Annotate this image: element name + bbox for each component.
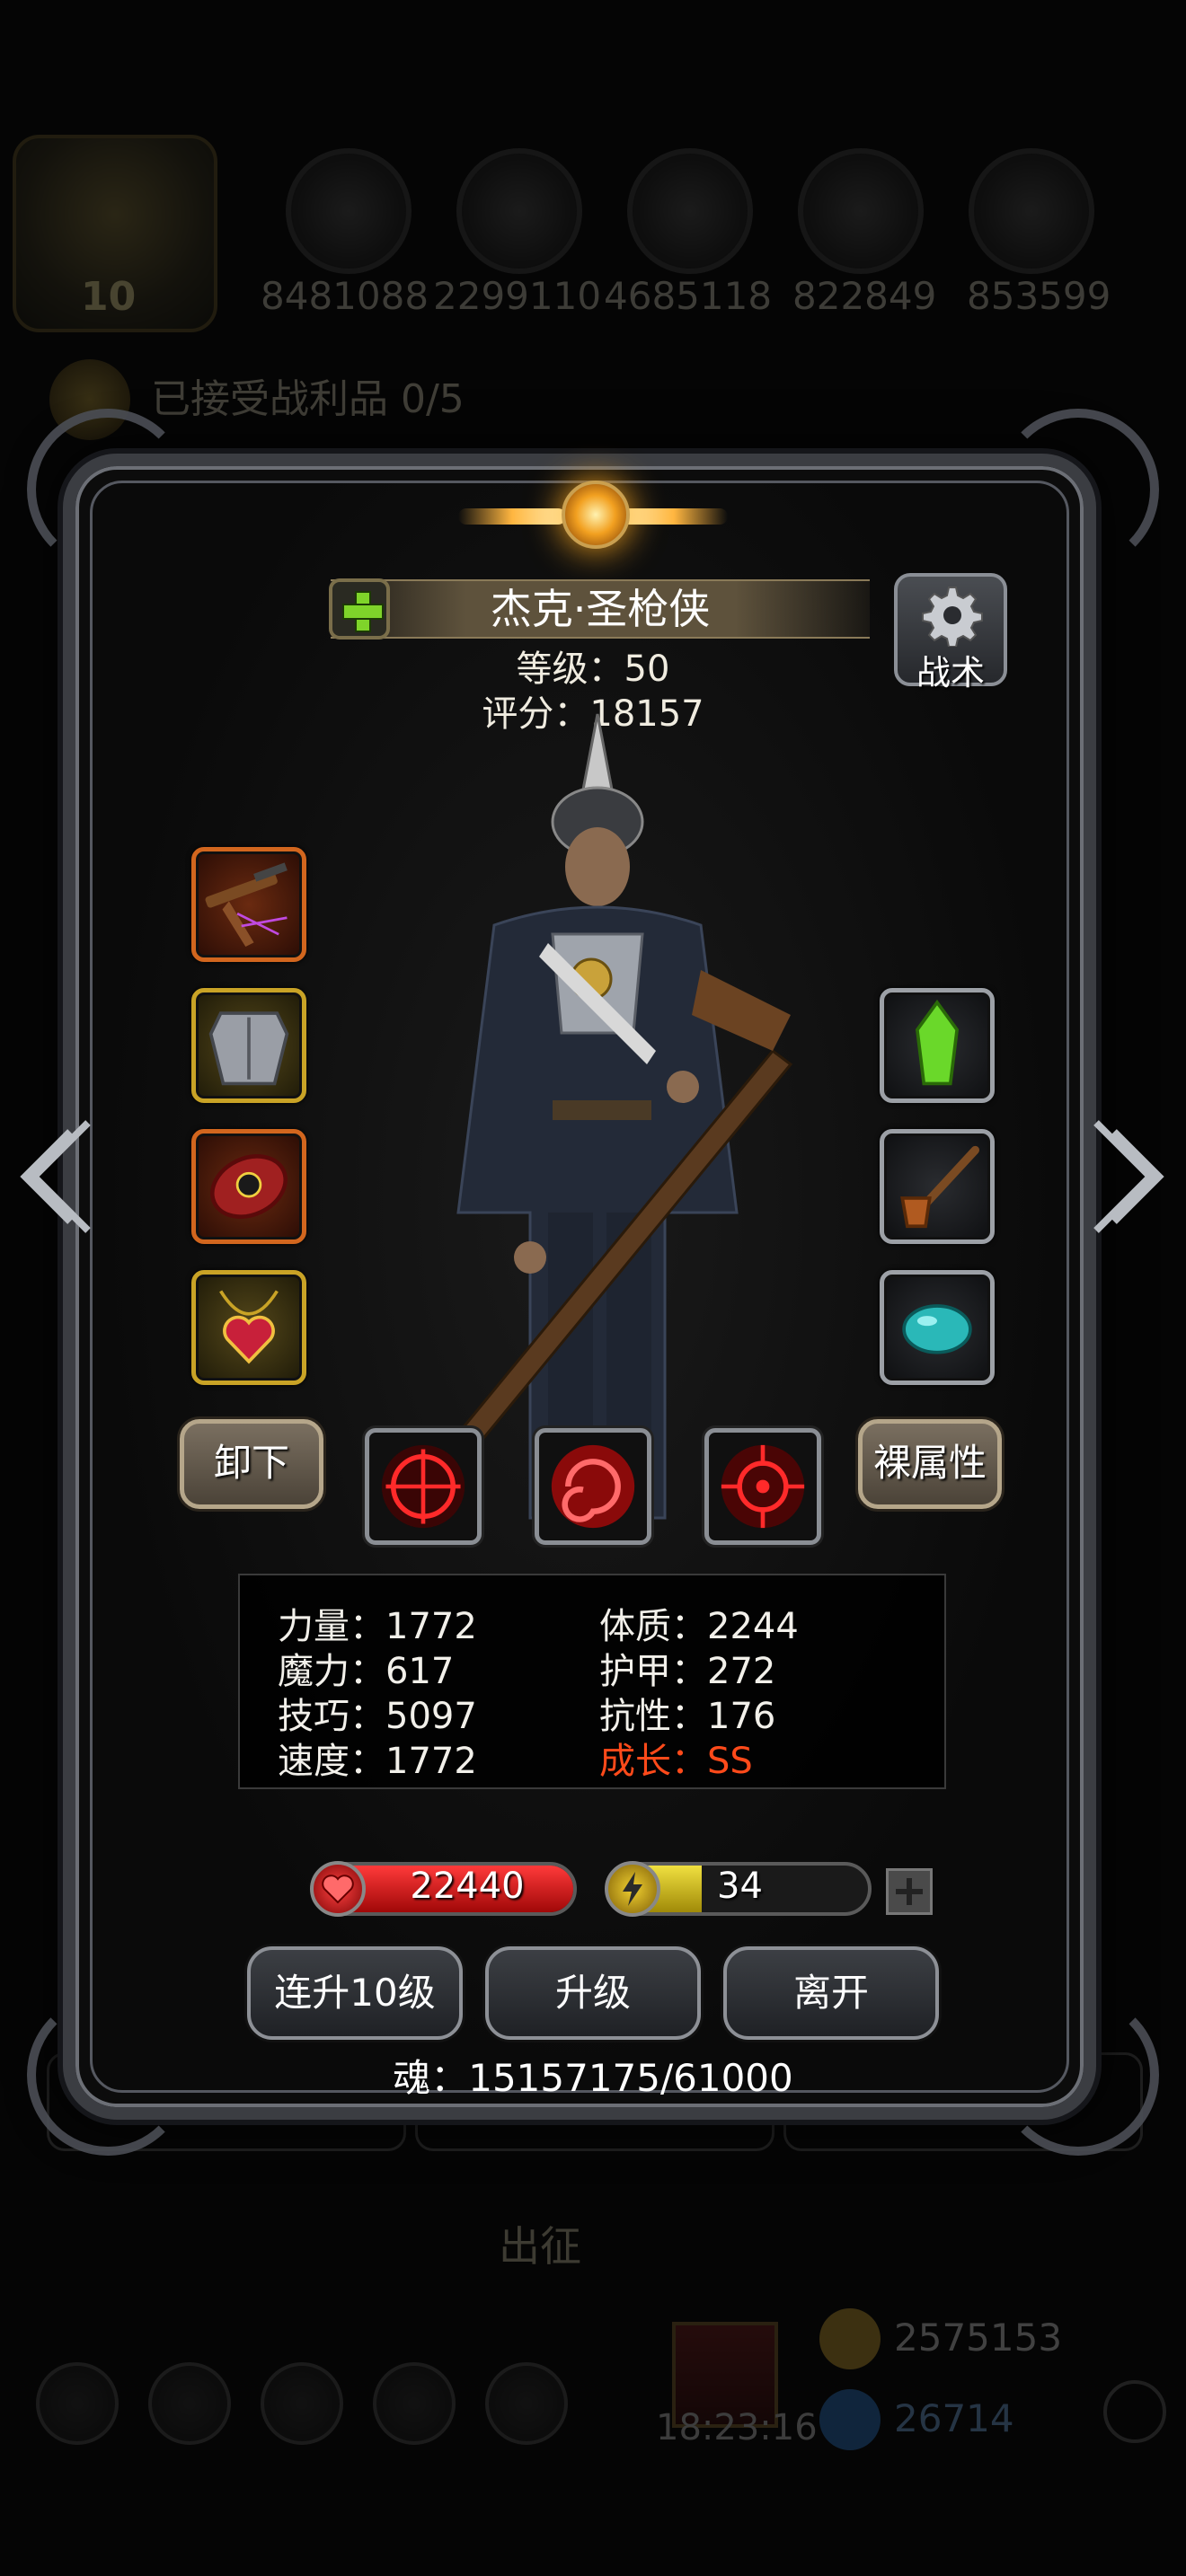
resource-icon [456, 148, 582, 274]
gem-value: 26714 [894, 2396, 1014, 2440]
crosshair-skill-icon [381, 1444, 465, 1529]
equip-slot-trinket-2[interactable] [880, 1129, 995, 1244]
leave-button[interactable]: 离开 [723, 1946, 939, 2040]
resource-icon [627, 148, 753, 274]
level-up-button[interactable]: 升级 [485, 1946, 701, 2040]
tactics-label: 战术 [916, 653, 985, 693]
lightning-icon [605, 1861, 660, 1917]
menu-icon[interactable] [485, 2362, 568, 2445]
equip-slot-ring[interactable] [191, 1129, 306, 1244]
hp-value: 22440 [410, 1866, 525, 1907]
equip-slot-weapon[interactable] [191, 847, 306, 962]
frame-corner-ornament [27, 409, 189, 570]
red-eye-ring-icon [210, 1154, 288, 1219]
equip-slot-trinket-3[interactable] [880, 1270, 995, 1385]
menu-icon[interactable] [261, 2362, 343, 2445]
resource-value: 853599 [967, 274, 1111, 318]
gold-coin-icon [819, 2308, 881, 2369]
frame-corner-ornament [997, 409, 1159, 570]
tactics-button[interactable]: 战术 [894, 573, 1007, 693]
gem-icon [819, 2389, 881, 2450]
level-up-10-button[interactable]: 连升10级 [247, 1946, 463, 2040]
clock-time: 18:23:16 [656, 2407, 818, 2448]
gear-icon [922, 587, 983, 647]
add-energy-button[interactable] [886, 1868, 933, 1915]
menu-icon[interactable] [373, 2362, 456, 2445]
next-hero-arrow-icon[interactable] [1087, 1114, 1168, 1239]
player-level: 10 [81, 274, 137, 320]
base-attributes-button[interactable]: 裸属性 [858, 1419, 1002, 1509]
resource-value: 822849 [792, 274, 937, 318]
energy-value: 34 [717, 1866, 763, 1907]
skill-slot-1[interactable] [365, 1428, 482, 1545]
vortex-skill-icon [551, 1444, 635, 1529]
frame-corner-ornament [27, 1994, 189, 2156]
turquoise-stone-icon [902, 1304, 972, 1354]
stat-speed: 速度：1772 [278, 1741, 477, 1782]
resource-value: 8481088 [261, 274, 429, 318]
hero-name: 杰克·圣枪侠 [490, 585, 711, 633]
heart-icon [310, 1861, 366, 1917]
musket-weapon-icon [205, 862, 288, 948]
previous-hero-arrow-icon[interactable] [16, 1114, 97, 1239]
resource-value: 4685118 [604, 274, 773, 318]
resource-icon [798, 148, 924, 274]
resource-value: 2299110 [433, 274, 602, 318]
add-currency-button[interactable] [1103, 2380, 1166, 2443]
steel-armor-icon [208, 1011, 289, 1086]
heart-pendant-icon [219, 1290, 279, 1364]
equip-slot-necklace[interactable] [191, 1270, 306, 1385]
add-hero-button[interactable] [329, 578, 390, 640]
skill-slot-3[interactable] [704, 1428, 821, 1545]
menu-icon[interactable] [148, 2362, 231, 2445]
target-skill-icon [721, 1444, 805, 1529]
soul-counter: 魂：15157175/61000 [393, 2056, 793, 2100]
gold-value: 2575153 [894, 2316, 1063, 2360]
frame-corner-ornament [997, 1994, 1159, 2156]
equip-slot-armor[interactable] [191, 988, 306, 1103]
skill-slot-2[interactable] [535, 1428, 651, 1545]
task-text: 已接受战利品 0/5 [151, 376, 465, 422]
menu-icon[interactable] [36, 2362, 119, 2445]
unequip-button[interactable]: 卸下 [180, 1419, 323, 1509]
equip-slot-trinket-1[interactable] [880, 988, 995, 1103]
hero-stats-panel: 力量：1772 体质：2244 魔力：617 护甲：272 技巧：5097 抗性… [238, 1574, 946, 1789]
resource-icon [969, 148, 1094, 274]
resource-icon [286, 148, 412, 274]
sun-emblem-icon [458, 476, 728, 557]
battle-label[interactable]: 出征 [499, 2214, 581, 2273]
tobacco-pipe-icon [900, 1145, 980, 1229]
stat-growth: 成长：SS [599, 1741, 753, 1782]
green-crystal-icon [915, 999, 960, 1086]
